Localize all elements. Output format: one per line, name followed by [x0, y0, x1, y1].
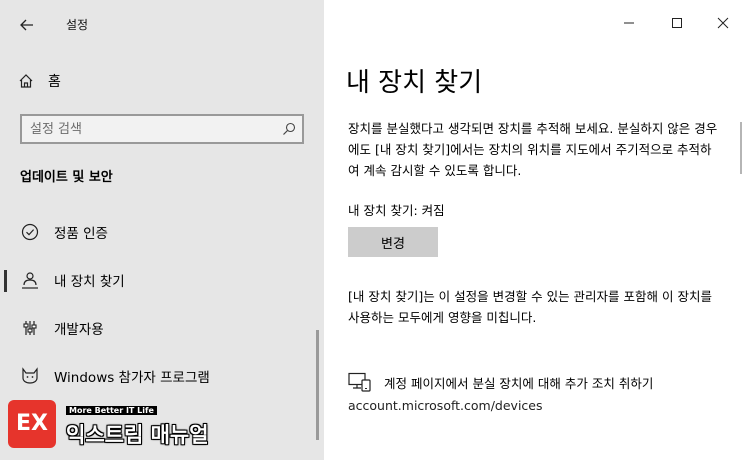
- sidebar-item-label: 정품 인증: [54, 226, 108, 242]
- page-title: 내 장치 찾기: [346, 68, 483, 98]
- close-icon: [717, 17, 729, 29]
- settings-window: 설정 홈 업데이트 및 보안 정품 인증: [0, 0, 750, 460]
- home-label: 홈: [48, 74, 61, 90]
- main-scrollbar[interactable]: [740, 122, 742, 174]
- search-input[interactable]: [30, 120, 270, 138]
- sidebar-item-activation[interactable]: 정품 인증: [0, 213, 318, 251]
- watermark-brand: 익스트림 매뉴얼: [66, 423, 209, 447]
- sidebar-item-label: 내 장치 찾기: [54, 274, 125, 290]
- watermark-texts: More Better IT Life 익스트림 매뉴얼: [66, 398, 209, 449]
- sidebar-scrollbar[interactable]: [316, 330, 319, 440]
- person-location-icon: [20, 270, 40, 290]
- back-arrow-icon: [20, 19, 33, 31]
- section-title: 업데이트 및 보안: [20, 170, 113, 185]
- account-url[interactable]: account.microsoft.com/devices: [348, 398, 543, 413]
- minimize-icon: [624, 22, 634, 24]
- status-text: 내 장치 찾기: 켜짐: [348, 203, 445, 218]
- minimize-button[interactable]: [606, 8, 652, 38]
- watermark-logo: EX: [8, 399, 56, 448]
- note-text: [내 장치 찾기]는 이 설정을 변경할 수 있는 관리자를 포함해 이 장치를…: [348, 289, 712, 325]
- account-link-label[interactable]: 계정 페이지에서 분실 장치에 대해 추가 조치 취하기: [384, 373, 653, 392]
- watermark-badge: EX More Better IT Life 익스트림 매뉴얼: [8, 398, 209, 449]
- maximize-button[interactable]: [654, 8, 700, 38]
- watermark-tagline: More Better IT Life: [66, 406, 157, 415]
- cat-icon: [20, 366, 40, 386]
- sidebar-item-label: 개발자용: [54, 322, 104, 338]
- sidebar-item-windows-insider[interactable]: Windows 참가자 프로그램: [0, 357, 318, 395]
- search-box[interactable]: [20, 114, 304, 144]
- sidebar: 설정 홈 업데이트 및 보안 정품 인증: [0, 0, 324, 460]
- sidebar-item-developers[interactable]: 개발자용: [0, 309, 318, 347]
- active-indicator: [4, 270, 7, 292]
- account-link[interactable]: 계정 페이지에서 분실 장치에 대해 추가 조치 취하기: [348, 372, 653, 392]
- main-panel: 내 장치 찾기 장치를 분실했다고 생각되면 장치를 추적해 보세요. 분실하지…: [324, 0, 750, 460]
- check-circle-icon: [20, 222, 40, 242]
- devices-icon: [348, 372, 371, 392]
- sidebar-item-label: Windows 참가자 프로그램: [54, 370, 210, 386]
- sidebar-item-find-my-device[interactable]: 내 장치 찾기: [0, 261, 318, 299]
- app-title: 설정: [66, 18, 89, 32]
- change-button[interactable]: 변경: [348, 227, 438, 257]
- developer-tools-icon: [20, 318, 40, 338]
- sidebar-item-home[interactable]: 홈: [18, 68, 61, 94]
- home-icon: [19, 74, 33, 88]
- maximize-icon: [672, 18, 682, 28]
- search-icon[interactable]: [282, 122, 296, 136]
- close-button[interactable]: [700, 8, 746, 38]
- back-button[interactable]: [14, 12, 40, 38]
- description-text: 장치를 분실했다고 생각되면 장치를 추적해 보세요. 분실하지 않은 경우에도…: [348, 121, 718, 178]
